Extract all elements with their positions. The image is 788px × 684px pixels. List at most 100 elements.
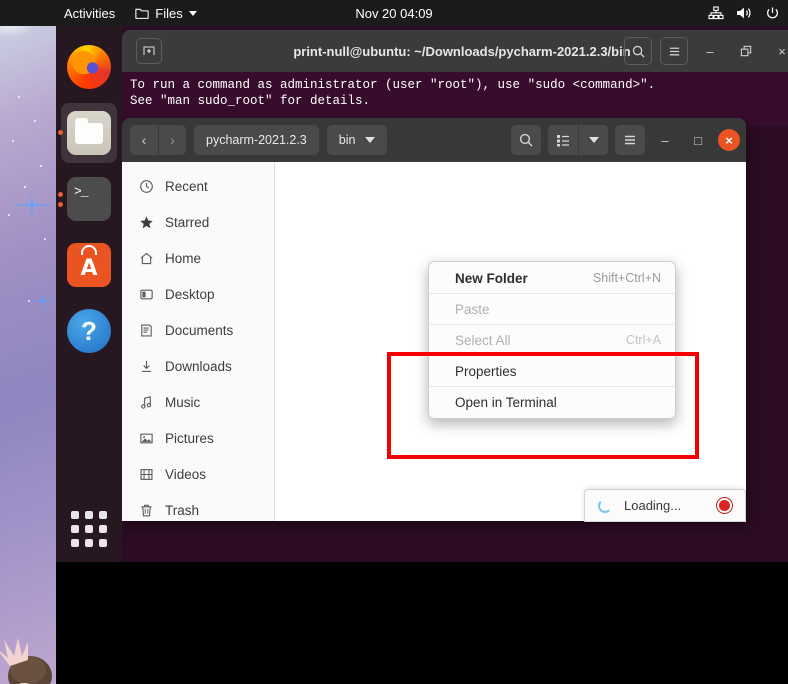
forward-button[interactable]: › — [158, 125, 186, 155]
files-close-button[interactable]: × — [718, 129, 740, 151]
dock-item-software[interactable]: A — [56, 232, 122, 298]
menu-item-open-in-terminal[interactable]: Open in Terminal — [429, 390, 675, 414]
sidebar-item-label: Trash — [165, 502, 200, 518]
back-button[interactable]: ‹ — [130, 125, 158, 155]
menu-item-label: New Folder — [455, 270, 528, 286]
files-menu-button[interactable] — [615, 125, 645, 155]
power-icon — [765, 6, 780, 21]
gnome-topbar: Activities Files Nov 20 04:09 — [0, 0, 788, 26]
search-icon — [632, 45, 645, 58]
stop-icon[interactable] — [717, 498, 732, 513]
firefox-icon — [67, 45, 111, 89]
menu-item-paste: Paste — [429, 297, 675, 321]
help-glyph: ? — [81, 315, 97, 346]
sidebar-item-pictures[interactable]: Pictures — [122, 420, 274, 456]
terminal-titlebar[interactable]: print-null@ubuntu: ~/Downloads/pycharm-2… — [122, 30, 788, 72]
sidebar-item-videos[interactable]: Videos — [122, 456, 274, 492]
volume-icon — [736, 6, 753, 20]
hamburger-icon — [669, 47, 679, 55]
dock-running-indicator — [58, 130, 63, 135]
star-icon — [138, 214, 154, 230]
files-minimize-button[interactable]: – — [652, 127, 678, 153]
screen-bottom-blank — [56, 562, 788, 684]
menu-item-accel: Ctrl+A — [625, 333, 661, 347]
menu-separator — [429, 355, 675, 356]
files-icon — [67, 111, 111, 155]
terminal-menu-button[interactable] — [660, 37, 688, 65]
terminal-window[interactable]: print-null@ubuntu: ~/Downloads/pycharm-2… — [122, 30, 788, 126]
menu-item-label: Paste — [455, 301, 490, 317]
files-maximize-button[interactable]: □ — [685, 127, 711, 153]
view-list-button[interactable] — [548, 125, 578, 155]
sidebar-item-downloads[interactable]: Downloads — [122, 348, 274, 384]
navigation-buttons: ‹ › — [130, 125, 186, 155]
desktop-screen: print-null@ubuntu: ~/Downloads/pycharm-2… — [0, 0, 788, 684]
show-applications-button[interactable] — [56, 496, 122, 562]
clock[interactable]: Nov 20 04:09 — [0, 0, 788, 26]
terminal-minimize-button[interactable]: – — [696, 37, 724, 65]
menu-item-label: Open in Terminal — [455, 394, 557, 410]
desktop-wallpaper — [0, 0, 56, 684]
menu-item-properties[interactable]: Properties — [429, 359, 675, 383]
dock-item-firefox[interactable] — [56, 34, 122, 100]
breadcrumb-current-label: bin — [338, 133, 356, 147]
spinner-icon — [598, 498, 612, 513]
terminal-search-button[interactable] — [624, 37, 652, 65]
desktop-icon — [138, 286, 154, 302]
document-icon — [138, 322, 154, 338]
dock-item-terminal[interactable]: >_ — [56, 166, 122, 232]
hamburger-icon — [625, 135, 635, 145]
files-headerbar[interactable]: ‹ › pycharm-2021.2.3 bin – □ × — [122, 118, 746, 162]
dock-running-indicator — [58, 192, 63, 197]
picture-icon — [138, 430, 154, 446]
music-note-icon — [138, 394, 154, 410]
terminal-output-line-2: See "man sudo_root" for details. — [130, 94, 371, 108]
sidebar-item-trash[interactable]: Trash — [122, 492, 274, 521]
breadcrumb-current[interactable]: bin — [326, 125, 388, 155]
files-sidebar: Recent Starred Home Desktop Documents Do… — [122, 162, 275, 521]
clock-label: Nov 20 04:09 — [355, 5, 433, 21]
system-indicators[interactable] — [708, 0, 780, 26]
sidebar-item-label: Starred — [165, 214, 210, 230]
sidebar-item-label: Music — [165, 394, 201, 410]
app-grid-icon — [71, 511, 107, 547]
menu-separator — [429, 386, 675, 387]
sidebar-item-label: Recent — [165, 178, 208, 194]
menu-item-select-all: Select All Ctrl+A — [429, 328, 675, 352]
search-icon — [519, 133, 533, 147]
context-menu[interactable]: New Folder Shift+Ctrl+N Paste Select All… — [428, 261, 676, 419]
sidebar-item-music[interactable]: Music — [122, 384, 274, 420]
sidebar-item-label: Desktop — [165, 286, 215, 302]
sidebar-item-label: Videos — [165, 466, 207, 482]
terminal-restore-button[interactable] — [732, 37, 760, 65]
sidebar-item-desktop[interactable]: Desktop — [122, 276, 274, 312]
sidebar-item-recent[interactable]: Recent — [122, 168, 274, 204]
dock-item-files[interactable] — [56, 100, 122, 166]
video-icon — [138, 466, 154, 482]
menu-item-accel: Shift+Ctrl+N — [592, 271, 661, 285]
dock-item-help[interactable]: ? — [56, 298, 122, 364]
sidebar-item-label: Documents — [165, 322, 234, 338]
terminal-output-line-1: To run a command as administrator (user … — [130, 78, 656, 92]
menu-item-label: Select All — [455, 332, 511, 348]
sidebar-item-starred[interactable]: Starred — [122, 204, 274, 240]
files-search-button[interactable] — [511, 125, 541, 155]
loading-status-popup: Loading... — [584, 489, 746, 522]
menu-item-new-folder[interactable]: New Folder Shift+Ctrl+N — [429, 266, 675, 290]
sidebar-item-home[interactable]: Home — [122, 240, 274, 276]
trash-icon — [138, 502, 154, 518]
sidebar-item-label: Pictures — [165, 430, 214, 446]
list-view-icon — [557, 135, 569, 147]
wallpaper-character — [0, 638, 52, 684]
breadcrumb-parent[interactable]: pycharm-2021.2.3 — [194, 125, 319, 155]
sidebar-item-label: Home — [165, 250, 202, 266]
terminal-icon: >_ — [67, 177, 111, 221]
view-options-button[interactable] — [578, 125, 608, 155]
loading-label: Loading... — [624, 498, 682, 513]
files-toolbar: – □ × — [511, 125, 740, 155]
terminal-close-button[interactable]: × — [768, 37, 788, 65]
restore-icon — [740, 45, 751, 56]
network-wired-icon — [708, 6, 724, 20]
clock-icon — [138, 178, 154, 194]
sidebar-item-documents[interactable]: Documents — [122, 312, 274, 348]
